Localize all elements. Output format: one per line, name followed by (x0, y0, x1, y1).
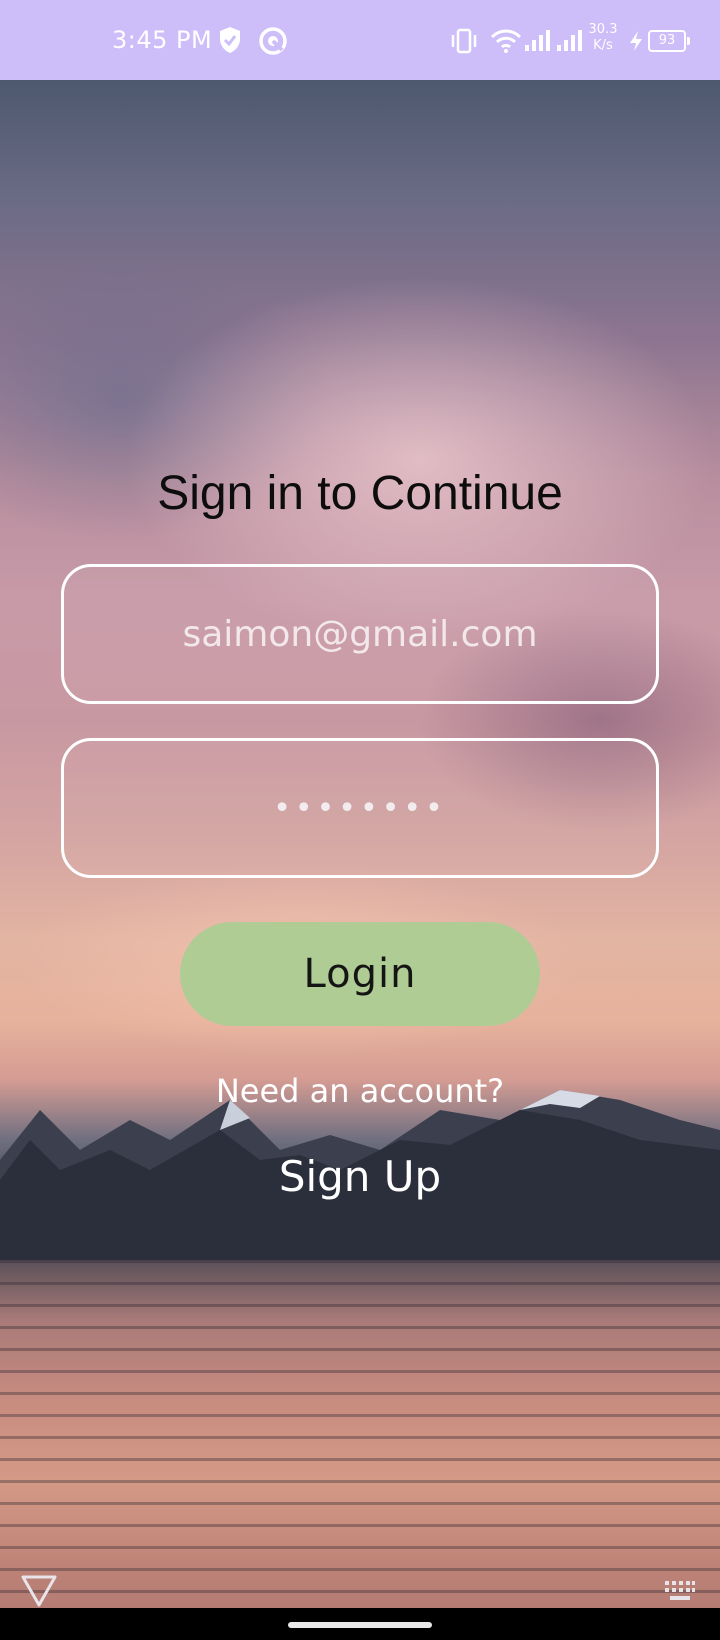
shield-icon (220, 27, 240, 53)
network-speed-unit: K/s (593, 38, 613, 53)
email-field[interactable]: saimon@gmail.com (61, 564, 659, 704)
status-bar: 3:45 PM 30.3 K/s 93 (0, 0, 720, 80)
login-button[interactable]: Login (180, 922, 540, 1026)
status-time: 3:45 PM (112, 26, 213, 54)
vpn-icon (259, 27, 287, 55)
need-account-label: Need an account? (215, 1072, 505, 1110)
email-field-value: saimon@gmail.com (182, 613, 538, 655)
vibrate-icon (451, 28, 477, 54)
password-field[interactable]: •••••••• (61, 738, 659, 878)
water-reflection (0, 1260, 720, 1608)
wifi-icon (490, 29, 522, 53)
home-gesture-pill[interactable] (288, 1622, 432, 1628)
keyboard-icon[interactable] (664, 1580, 696, 1602)
signal-icon (525, 30, 550, 51)
signal-icon (557, 30, 582, 51)
back-triangle-icon[interactable] (20, 1574, 58, 1608)
network-speed: 30.3 K/s (588, 22, 618, 54)
navigation-bar (0, 1608, 720, 1640)
network-speed-value: 30.3 (588, 22, 618, 37)
signup-link[interactable]: Sign Up (0, 1152, 720, 1201)
password-field-value: •••••••• (273, 790, 447, 826)
battery-indicator: 93 (648, 30, 690, 52)
page-title: Sign in to Continue (157, 467, 563, 520)
bolt-icon (630, 31, 642, 51)
